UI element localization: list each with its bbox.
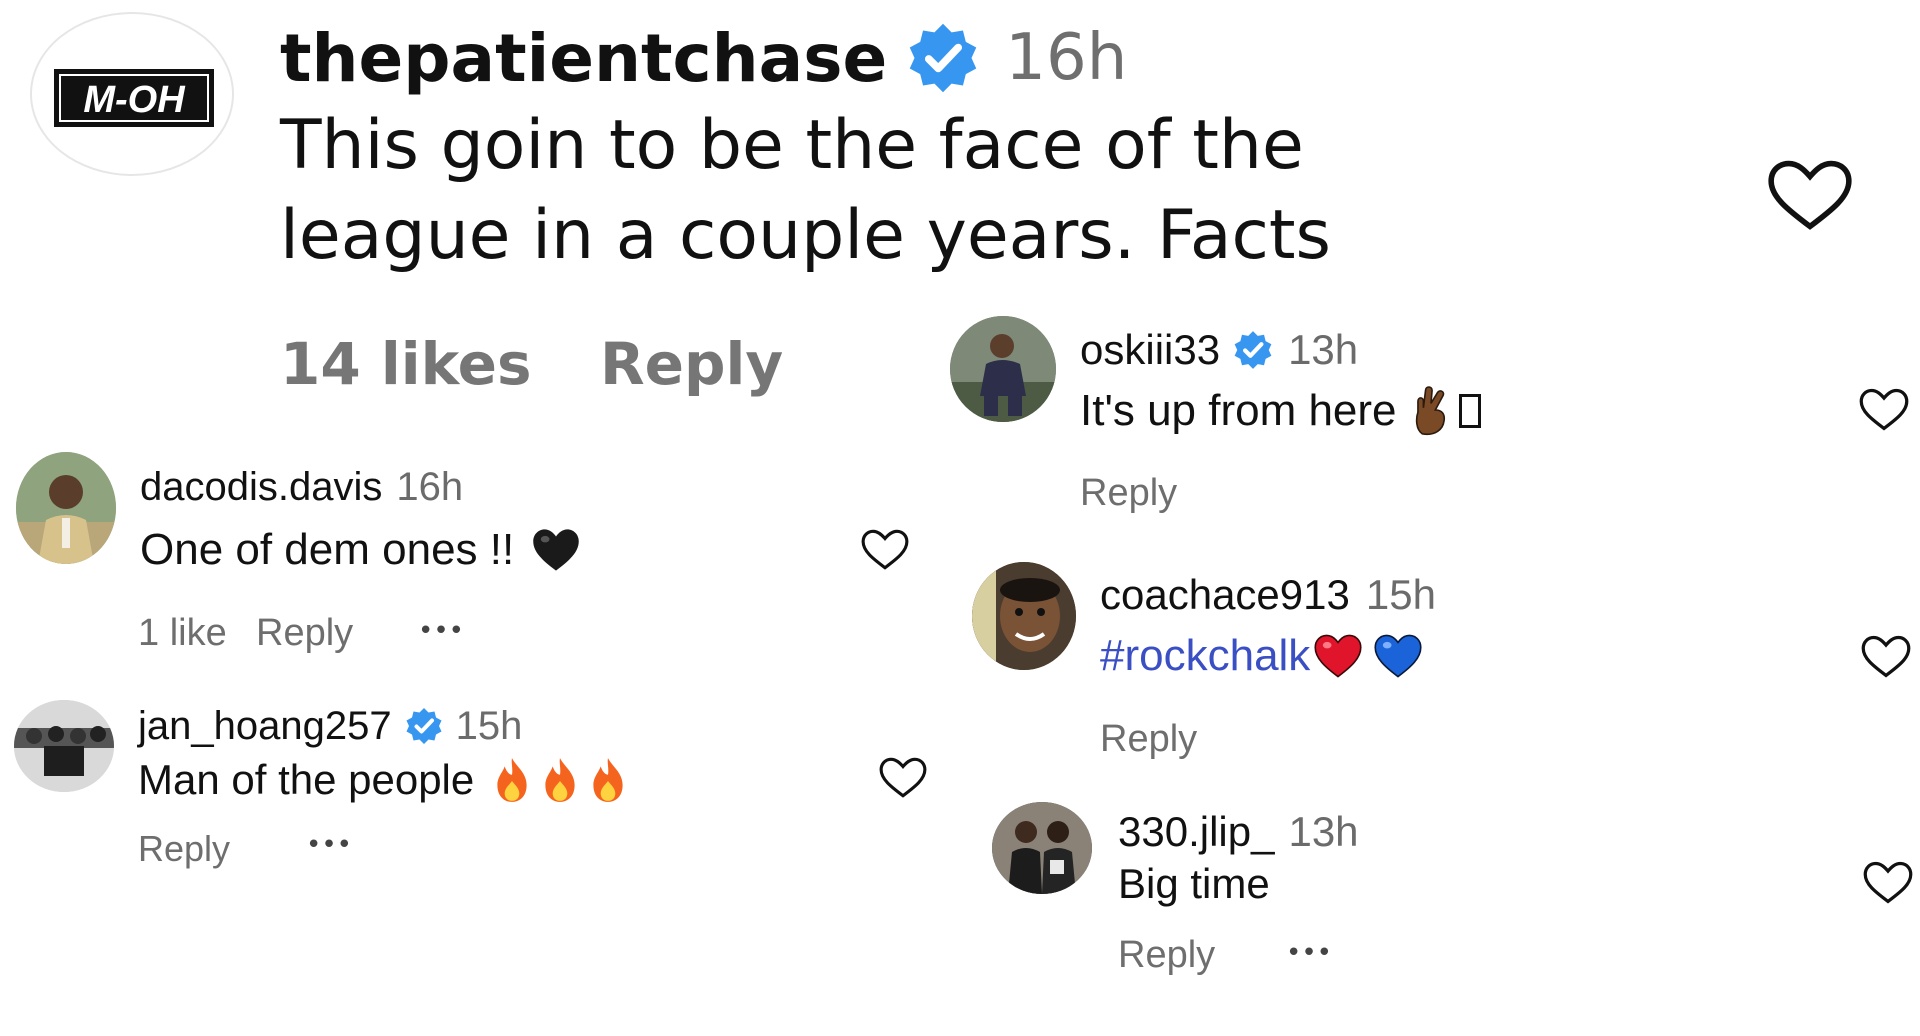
reply-avatar-dacodis[interactable] xyxy=(16,452,116,564)
reply-avatar-coachace913[interactable] xyxy=(972,562,1076,670)
reply-username[interactable]: oskiii33 xyxy=(1080,326,1220,374)
main-likes-count[interactable]: 14 likes xyxy=(280,330,532,398)
more-options-icon[interactable]: ••• xyxy=(1286,938,1332,968)
main-comment-text-line2: league in a couple years. Facts xyxy=(280,196,1331,275)
reply-header-dacodis: dacodis.davis 16h xyxy=(140,462,463,512)
verified-badge-icon xyxy=(1232,329,1274,371)
main-reply-button[interactable]: Reply xyxy=(600,330,783,398)
reply-text-dacodis: One of dem ones !! xyxy=(140,522,582,578)
reply-like-heart-icon[interactable] xyxy=(1860,634,1912,680)
two-people-photo-icon xyxy=(992,802,1092,894)
reply-text: It's up from here xyxy=(1080,386,1397,435)
more-options-icon[interactable]: ••• xyxy=(306,830,352,860)
reply-time: 15h xyxy=(455,703,523,748)
reply-header-oskiii33: oskiii33 13h xyxy=(1080,324,1358,376)
svg-text:M-OH: M-OH xyxy=(83,79,186,121)
crossed-fingers-emoji-icon xyxy=(1411,386,1451,436)
cartoon-face-icon xyxy=(972,562,1076,670)
athlete-photo-icon xyxy=(950,316,1056,422)
hashtag-link[interactable]: #rockchalk xyxy=(1100,631,1310,681)
reply-text-jan-hoang: Man of the people xyxy=(138,752,630,808)
group-photo-icon xyxy=(14,700,114,792)
reply-time: 16h xyxy=(396,464,464,509)
missing-glyph-box-icon xyxy=(1458,394,1481,428)
reply-text: Big time xyxy=(1118,860,1270,907)
person-photo-icon xyxy=(16,452,116,564)
reply-time: 13h xyxy=(1288,326,1359,373)
verified-badge-icon xyxy=(404,706,444,746)
main-time: 16h xyxy=(1005,21,1128,95)
verified-badge-icon xyxy=(905,20,981,96)
main-comment-header: thepatientchase 16h xyxy=(280,18,1127,98)
reply-header-330-jlip: 330.jlip_ 13h xyxy=(1118,806,1359,858)
reply-username[interactable]: jan_hoang257 xyxy=(138,704,392,749)
reply-button[interactable]: Reply xyxy=(138,828,230,870)
red-heart-emoji-icon xyxy=(1312,632,1364,680)
main-comment-text-line1: This goin to be the face of the xyxy=(280,106,1304,185)
reply-avatar-oskiii33[interactable] xyxy=(950,316,1056,422)
reply-header-jan-hoang: jan_hoang257 15h xyxy=(138,702,522,750)
more-options-icon[interactable]: ••• xyxy=(418,616,464,646)
reply-button[interactable]: Reply xyxy=(1118,934,1215,977)
fire-emoji-icon xyxy=(586,756,630,804)
reply-button[interactable]: Reply xyxy=(256,612,353,655)
reply-time: 13h xyxy=(1288,808,1359,855)
reply-button[interactable]: Reply xyxy=(1100,718,1197,761)
reply-avatar-330-jlip[interactable] xyxy=(992,802,1092,894)
fire-emoji-icon xyxy=(538,756,582,804)
reply-username[interactable]: coachace913 xyxy=(1100,571,1350,619)
reply-text: One of dem ones !! xyxy=(140,525,515,574)
fire-emoji-icon xyxy=(490,756,534,804)
reply-text-coachace913: #rockchalk xyxy=(1100,626,1424,686)
reply-time: 15h xyxy=(1365,571,1436,618)
main-avatar[interactable]: M-OH xyxy=(30,12,234,176)
reply-button[interactable]: Reply xyxy=(1080,472,1177,515)
main-like-heart-icon[interactable] xyxy=(1762,158,1858,232)
reply-username[interactable]: dacodis.davis xyxy=(140,465,382,510)
reply-likes-count[interactable]: 1 like xyxy=(138,612,227,655)
reply-header-coachace913: coachace913 15h xyxy=(1100,568,1436,622)
main-username[interactable]: thepatientchase xyxy=(280,20,887,97)
blue-heart-emoji-icon xyxy=(1372,632,1424,680)
reply-like-heart-icon[interactable] xyxy=(1858,386,1910,434)
reply-like-heart-icon[interactable] xyxy=(1862,860,1914,906)
reply-like-heart-icon[interactable] xyxy=(860,527,910,573)
reply-username[interactable]: 330.jlip_ xyxy=(1118,808,1274,856)
m-oh-logo: M-OH xyxy=(54,69,214,127)
reply-like-heart-icon[interactable] xyxy=(878,756,928,800)
reply-avatar-jan-hoang[interactable] xyxy=(14,700,114,792)
reply-text: Man of the people xyxy=(138,756,475,803)
black-heart-emoji-icon xyxy=(530,526,582,574)
reply-text-oskiii33: It's up from here xyxy=(1080,382,1481,440)
